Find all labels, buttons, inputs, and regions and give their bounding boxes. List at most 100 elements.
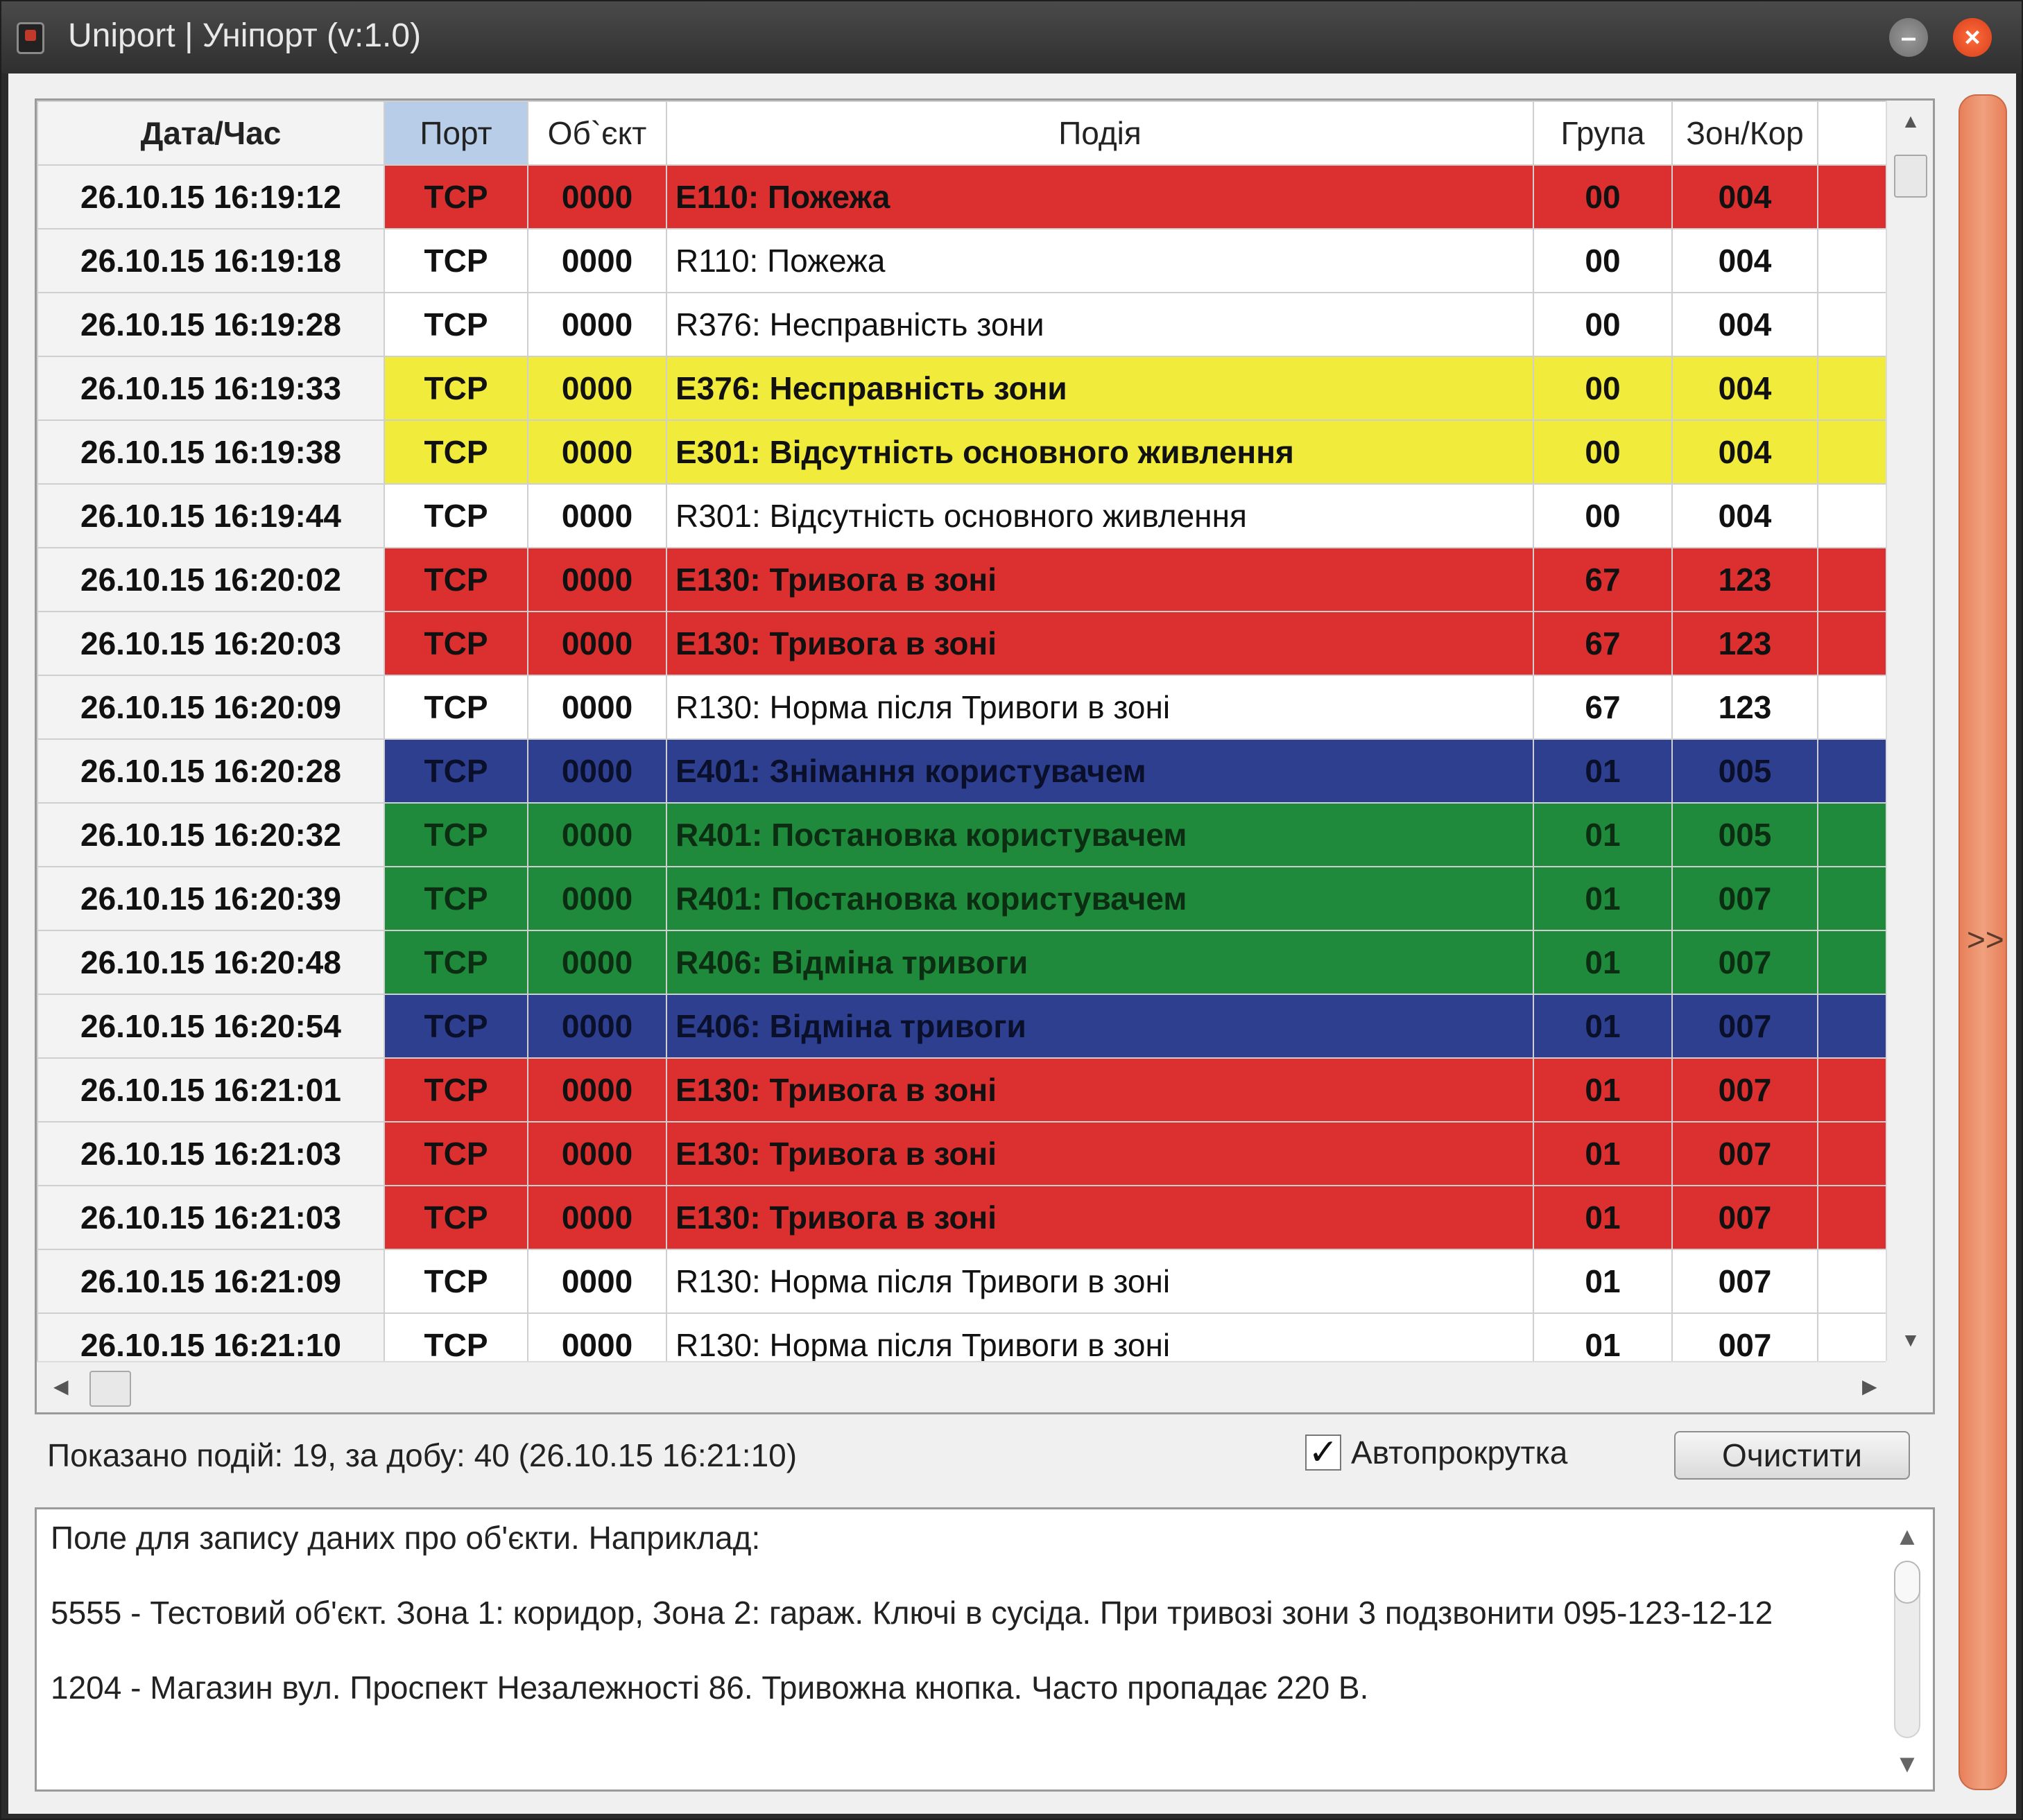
notes-scrollbar[interactable]: ▲ ▼ [1886, 1516, 1929, 1783]
cell-group[interactable]: 00 [1533, 419, 1673, 485]
cell-object[interactable]: 0000 [527, 1249, 667, 1314]
cell-object[interactable]: 0000 [527, 1185, 667, 1250]
cell-event[interactable]: R401: Постановка користувачем [666, 866, 1534, 931]
cell-event[interactable]: E401: Знімання користувачем [666, 738, 1534, 804]
cell-zone[interactable]: 004 [1671, 164, 1818, 229]
cell-port[interactable]: TCP [384, 866, 528, 931]
cell-datetime[interactable]: 26.10.15 16:20:02 [37, 547, 385, 612]
cell-port[interactable]: TCP [384, 1121, 528, 1186]
table-row[interactable]: 26.10.15 16:20:32 TCP 0000 R401: Постановка… [37, 802, 1899, 867]
scroll-thumb[interactable] [1894, 155, 1927, 198]
cell-port[interactable]: TCP [384, 419, 528, 485]
cell-zone[interactable]: 004 [1671, 419, 1818, 485]
table-row[interactable]: 26.10.15 16:19:44 TCP 0000 R301: Відсутніст… [37, 483, 1899, 548]
cell-object[interactable]: 0000 [527, 675, 667, 740]
cell-zone[interactable]: 007 [1671, 994, 1818, 1059]
cell-object[interactable]: 0000 [527, 994, 667, 1059]
table-row[interactable]: 26.10.15 16:19:12 TCP 0000 E110: Пожежа 00 00… [37, 164, 1899, 229]
cell-object[interactable]: 0000 [527, 547, 667, 612]
column-header-group[interactable]: Група [1533, 101, 1673, 166]
cell-group[interactable]: 01 [1533, 866, 1673, 931]
column-header-object[interactable]: Об`єкт [527, 101, 667, 166]
cell-group[interactable]: 01 [1533, 1121, 1673, 1186]
cell-event[interactable]: R406: Відміна тривоги [666, 930, 1534, 995]
scroll-right-icon[interactable]: ▶ [1862, 1375, 1877, 1398]
side-panel-toggle[interactable]: >> [1959, 94, 2007, 1790]
cell-datetime[interactable]: 26.10.15 16:19:12 [37, 164, 385, 229]
cell-object[interactable]: 0000 [527, 802, 667, 867]
cell-object[interactable]: 0000 [527, 1057, 667, 1123]
cell-zone[interactable]: 123 [1671, 675, 1818, 740]
cell-datetime[interactable]: 26.10.15 16:20:03 [37, 611, 385, 676]
column-header-port[interactable]: Порт [384, 101, 528, 166]
cell-group[interactable]: 01 [1533, 1185, 1673, 1250]
clear-button[interactable]: Очистити [1674, 1431, 1910, 1480]
cell-zone[interactable]: 005 [1671, 802, 1818, 867]
cell-zone[interactable]: 007 [1671, 1185, 1818, 1250]
cell-port[interactable]: TCP [384, 611, 528, 676]
table-row[interactable]: 26.10.15 16:20:02 TCP 0000 E130: Тривога в … [37, 547, 1899, 612]
cell-datetime[interactable]: 26.10.15 16:20:28 [37, 738, 385, 804]
cell-object[interactable]: 0000 [527, 164, 667, 229]
cell-datetime[interactable]: 26.10.15 16:21:01 [37, 1057, 385, 1123]
table-row[interactable]: 26.10.15 16:20:39 TCP 0000 R401: Постановка… [37, 866, 1899, 931]
cell-object[interactable]: 0000 [527, 356, 667, 421]
cell-datetime[interactable]: 26.10.15 16:21:03 [37, 1121, 385, 1186]
cell-event[interactable]: E130: Тривога в зоні [666, 1185, 1534, 1250]
grid-horizontal-scrollbar[interactable]: ◀ ▶ [37, 1361, 1886, 1412]
table-row[interactable]: 26.10.15 16:21:09 TCP 0000 R130: Норма післ… [37, 1249, 1899, 1314]
cell-object[interactable]: 0000 [527, 228, 667, 293]
cell-zone[interactable]: 005 [1671, 738, 1818, 804]
cell-event[interactable]: R130: Норма після Тривоги в зоні [666, 1249, 1534, 1314]
autoscroll-checkbox[interactable]: ✓ Автопрокрутка [1305, 1434, 1567, 1471]
grid-vertical-scrollbar[interactable]: ▲ ▼ [1886, 101, 1933, 1361]
cell-event[interactable]: R401: Постановка користувачем [666, 802, 1534, 867]
cell-group[interactable]: 01 [1533, 802, 1673, 867]
cell-event[interactable]: R110: Пожежа [666, 228, 1534, 293]
cell-group[interactable]: 01 [1533, 738, 1673, 804]
cell-datetime[interactable]: 26.10.15 16:20:48 [37, 930, 385, 995]
cell-datetime[interactable]: 26.10.15 16:19:28 [37, 292, 385, 357]
cell-port[interactable]: TCP [384, 1249, 528, 1314]
events-grid[interactable]: Дата/Час Порт Об`єкт Подія Група Зон/Кор… [35, 98, 1935, 1414]
cell-port[interactable]: TCP [384, 228, 528, 293]
cell-object[interactable]: 0000 [527, 738, 667, 804]
cell-event[interactable]: E301: Відсутність основного живлення [666, 419, 1534, 485]
cell-object[interactable]: 0000 [527, 930, 667, 995]
cell-port[interactable]: TCP [384, 802, 528, 867]
scroll-left-icon[interactable]: ◀ [53, 1375, 69, 1398]
cell-datetime[interactable]: 26.10.15 16:20:09 [37, 675, 385, 740]
cell-datetime[interactable]: 26.10.15 16:19:38 [37, 419, 385, 485]
close-icon[interactable]: × [1953, 18, 1992, 57]
cell-zone[interactable]: 004 [1671, 292, 1818, 357]
cell-group[interactable]: 01 [1533, 930, 1673, 995]
cell-object[interactable]: 0000 [527, 1121, 667, 1186]
cell-event[interactable]: R130: Норма після Тривоги в зоні [666, 675, 1534, 740]
cell-port[interactable]: TCP [384, 164, 528, 229]
cell-object[interactable]: 0000 [527, 611, 667, 676]
column-header-zone[interactable]: Зон/Кор [1671, 101, 1818, 166]
cell-datetime[interactable]: 26.10.15 16:21:09 [37, 1249, 385, 1314]
table-row[interactable]: 26.10.15 16:20:09 TCP 0000 R130: Норма післ… [37, 675, 1899, 740]
cell-object[interactable]: 0000 [527, 483, 667, 548]
cell-event[interactable]: E130: Тривога в зоні [666, 1121, 1534, 1186]
cell-port[interactable]: TCP [384, 292, 528, 357]
cell-object[interactable]: 0000 [527, 419, 667, 485]
cell-datetime[interactable]: 26.10.15 16:19:33 [37, 356, 385, 421]
minimize-icon[interactable]: – [1889, 18, 1928, 57]
column-header-datetime[interactable]: Дата/Час [37, 101, 385, 166]
cell-port[interactable]: TCP [384, 1185, 528, 1250]
table-row[interactable]: 26.10.15 16:20:54 TCP 0000 E406: Відміна тр… [37, 994, 1899, 1059]
cell-port[interactable]: TCP [384, 483, 528, 548]
cell-event[interactable]: R376: Несправність зони [666, 292, 1534, 357]
table-row[interactable]: 26.10.15 16:21:01 TCP 0000 E130: Тривога в … [37, 1057, 1899, 1123]
notes-textarea[interactable]: Поле для запису даних про об'єкти. Напри… [35, 1507, 1935, 1792]
cell-group[interactable]: 67 [1533, 547, 1673, 612]
scroll-down-icon[interactable]: ▼ [1887, 1329, 1933, 1351]
cell-datetime[interactable]: 26.10.15 16:19:44 [37, 483, 385, 548]
table-row[interactable]: 26.10.15 16:19:33 TCP 0000 E376: Несправніс… [37, 356, 1899, 421]
cell-object[interactable]: 0000 [527, 866, 667, 931]
table-row[interactable]: 26.10.15 16:21:03 TCP 0000 E130: Тривога в … [37, 1185, 1899, 1250]
table-row[interactable]: 26.10.15 16:20:48 TCP 0000 R406: Відміна тр… [37, 930, 1899, 995]
table-row[interactable]: 26.10.15 16:19:18 TCP 0000 R110: Пожежа 00 00… [37, 228, 1899, 293]
